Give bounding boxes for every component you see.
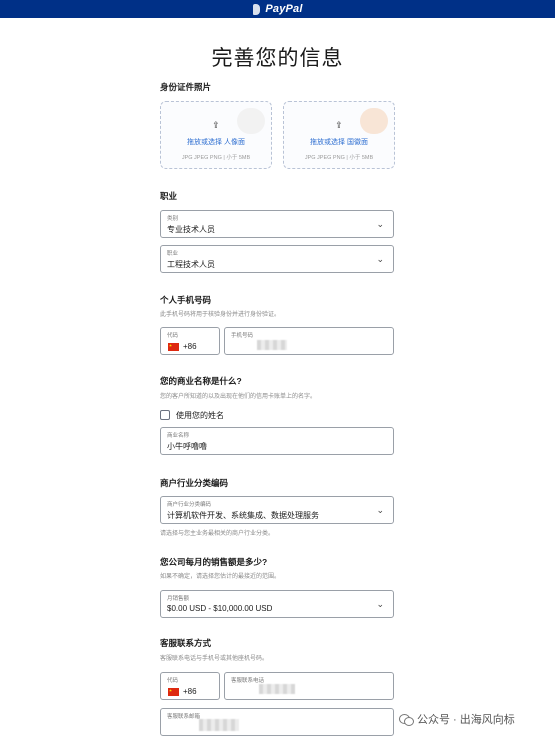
field-label: 商户行业分类编码 bbox=[167, 502, 212, 508]
field-label: 职业 bbox=[167, 251, 179, 257]
occupation-label: 职业 bbox=[160, 191, 178, 201]
support-phone-input[interactable]: 客服联系电话 bbox=[224, 672, 394, 700]
occupation-category-select[interactable]: 类别 专业技术人员 ⌄ bbox=[160, 210, 394, 238]
field-label: 客服联系邮箱 bbox=[167, 714, 201, 720]
watermark-text: 公众号 · 出海风向标 bbox=[417, 714, 515, 726]
chevron-down-icon: ⌄ bbox=[376, 254, 384, 264]
field-value: 工程技术人员 bbox=[167, 260, 215, 269]
redacted-support-email bbox=[199, 719, 239, 731]
id-photos-label: 身份证件照片 bbox=[160, 82, 212, 92]
header-bar: PayPal bbox=[0, 0, 555, 18]
upload-icon: ⇪ bbox=[212, 120, 220, 130]
occupation-job-select[interactable]: 职业 工程技术人员 ⌄ bbox=[160, 245, 394, 273]
redacted-phone-number bbox=[257, 340, 287, 350]
upload-front-link[interactable]: 拖放或选择 人像面 bbox=[161, 137, 271, 147]
upload-icon: ⇪ bbox=[335, 120, 343, 130]
upload-back-hint: JPG JPEG PNG | 小于 5MB bbox=[304, 155, 374, 161]
field-value: 小牛呼噜噜 bbox=[167, 442, 207, 451]
field-label: 月销售额 bbox=[167, 596, 190, 602]
field-label: 手机号码 bbox=[231, 333, 254, 339]
field-label: 类别 bbox=[167, 216, 179, 222]
field-label: 代码 bbox=[167, 333, 179, 339]
phone-number-input[interactable]: 手机号码 bbox=[224, 327, 394, 355]
business-name-input[interactable]: 商业名称 小牛呼噜噜 bbox=[160, 427, 394, 455]
industry-label: 商户行业分类编码 bbox=[160, 478, 229, 488]
phone-country-code-select[interactable]: 代码 +86 bbox=[160, 327, 220, 355]
use-your-name-label[interactable]: 使用您的姓名 bbox=[176, 410, 224, 421]
field-value: 计算机软件开发、系统集成、数据处理服务 bbox=[167, 511, 319, 520]
support-contact-label: 客服联系方式 bbox=[160, 638, 212, 648]
industry-code-select[interactable]: 商户行业分类编码 计算机软件开发、系统集成、数据处理服务 ⌄ bbox=[160, 496, 394, 524]
upload-back-dropzone[interactable]: ⇪ 拖放或选择 国徽面 JPG JPEG PNG | 小于 5MB bbox=[283, 101, 395, 169]
upload-front-dropzone[interactable]: ⇪ 拖放或选择 人像面 JPG JPEG PNG | 小于 5MB bbox=[160, 101, 272, 169]
country-code-value: +86 bbox=[183, 342, 197, 351]
china-flag-icon bbox=[168, 343, 179, 351]
chevron-down-icon: ⌄ bbox=[376, 505, 384, 515]
support-contact-helper: 客服联系电话与手机号或其他座机号码。 bbox=[160, 656, 269, 662]
brand-name: PayPal bbox=[265, 3, 303, 15]
paypal-logo-icon bbox=[252, 3, 261, 15]
phone-label: 个人手机号码 bbox=[160, 295, 212, 305]
china-flag-icon bbox=[168, 688, 179, 696]
watermark: 公众号 · 出海风向标 bbox=[399, 711, 515, 727]
support-email-input[interactable]: 客服联系邮箱 bbox=[160, 708, 394, 736]
sales-helper: 如果不确定，请选择您估计的最接近的范围。 bbox=[160, 574, 281, 580]
business-name-label: 您的商业名称是什么? bbox=[160, 376, 242, 386]
country-code-value: +86 bbox=[183, 687, 197, 696]
chevron-down-icon: ⌄ bbox=[376, 219, 384, 229]
chevron-down-icon: ⌄ bbox=[376, 599, 384, 609]
emblem-placeholder-image bbox=[360, 108, 388, 134]
field-label: 代码 bbox=[167, 678, 179, 684]
redacted-support-phone bbox=[259, 684, 295, 694]
phone-helper: 此手机号码将用于核验身份并进行身份验证。 bbox=[160, 312, 281, 318]
field-label: 商业名称 bbox=[167, 433, 190, 439]
monthly-sales-select[interactable]: 月销售额 $0.00 USD - $10,000.00 USD ⌄ bbox=[160, 590, 394, 618]
field-value: 专业技术人员 bbox=[167, 225, 215, 234]
portrait-placeholder-image bbox=[237, 108, 265, 134]
industry-helper: 请选择与您主业务最相关的商户行业分类。 bbox=[160, 531, 275, 537]
field-value: $0.00 USD - $10,000.00 USD bbox=[167, 604, 273, 613]
upload-front-hint: JPG JPEG PNG | 小于 5MB bbox=[181, 155, 251, 161]
sales-label: 您公司每月的销售额是多少? bbox=[160, 557, 268, 567]
field-label: 客服联系电话 bbox=[231, 678, 265, 684]
upload-back-link[interactable]: 拖放或选择 国徽面 bbox=[284, 137, 394, 147]
use-your-name-checkbox[interactable] bbox=[160, 410, 170, 420]
page-title: 完善您的信息 bbox=[211, 47, 344, 70]
business-name-helper: 您的客户所知道的以及出现在他们的信用卡账单上的名字。 bbox=[160, 394, 317, 400]
wechat-icon bbox=[399, 713, 414, 726]
support-country-code-select[interactable]: 代码 +86 bbox=[160, 672, 220, 700]
